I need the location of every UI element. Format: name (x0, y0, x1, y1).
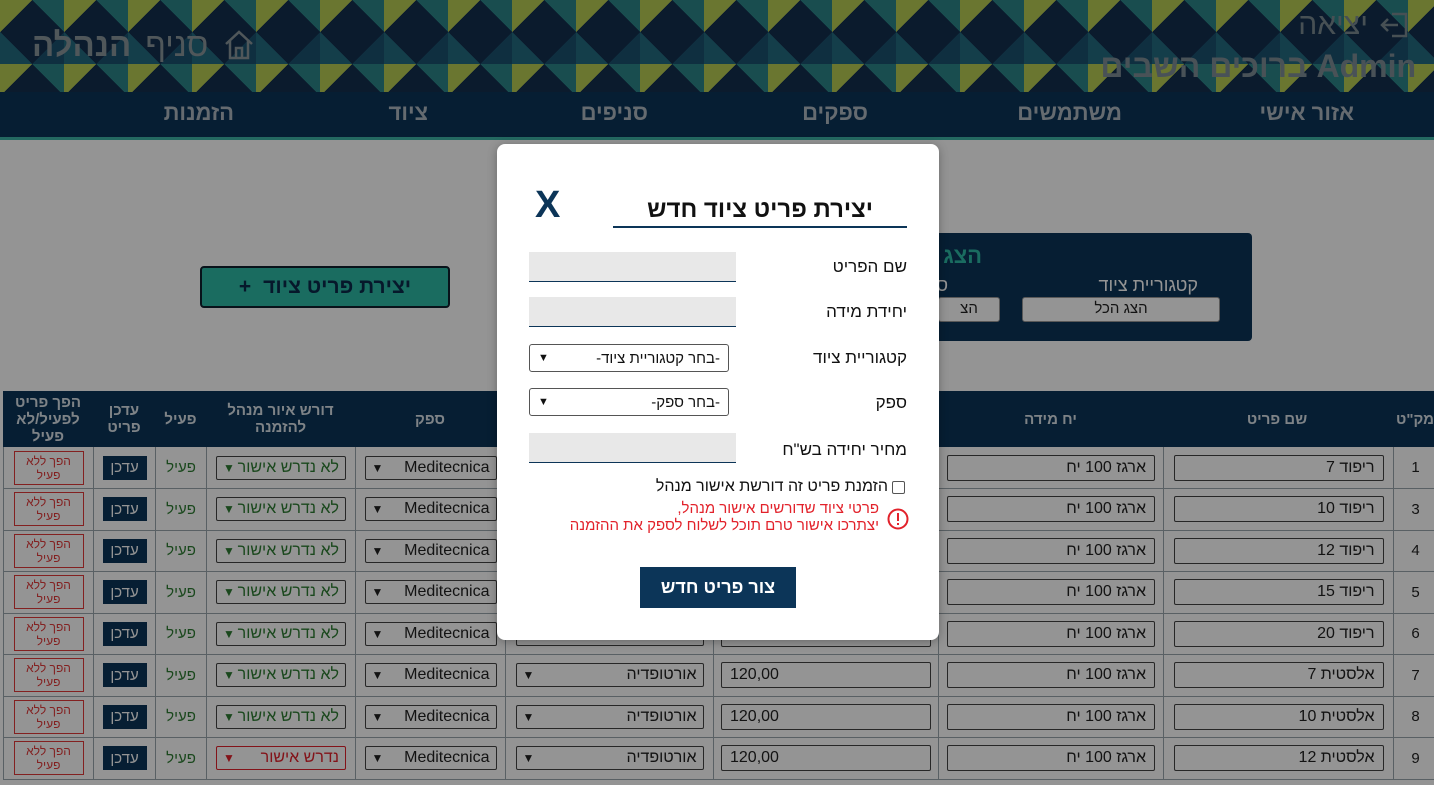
price-input[interactable] (529, 433, 736, 463)
approval-checkbox[interactable] (892, 480, 905, 494)
unit-input[interactable] (529, 297, 736, 327)
create-new-item-button[interactable]: צור פריט חדש (640, 567, 796, 608)
approval-warning: פרטי ציוד שדורשים אישור מנהל, יצתרכו איש… (570, 500, 909, 534)
supplier-select-value: -בחר ספק- (651, 393, 720, 411)
warning-line-1: פרטי ציוד שדורשים אישור מנהל, (677, 500, 879, 517)
modal-title: יצירת פריט ציוד חדש (613, 196, 907, 228)
supplier-select[interactable]: -בחר ספק- ▼ (529, 388, 729, 416)
category-label: קטגוריית ציוד (813, 348, 907, 367)
approval-checkbox-label: הזמנת פריט זה דורשת אישור מנהל (655, 478, 888, 495)
warning-line-2: יצתרכו אישור טרם תוכל לשלוח לספק את ההזמ… (569, 517, 879, 534)
category-select-value: -בחר קטגוריית ציוד- (596, 349, 720, 367)
create-item-modal: X יצירת פריט ציוד חדש שם הפריט יחידת מיד… (497, 144, 939, 640)
supplier-label: ספק (875, 393, 907, 412)
close-button[interactable]: X (535, 184, 560, 227)
price-label: מחיר יחידה בש"ח (782, 440, 907, 459)
chevron-down-icon: ▼ (538, 396, 549, 408)
warning-icon (887, 508, 909, 530)
item-name-input[interactable] (529, 252, 736, 282)
warning-text: פרטי ציוד שדורשים אישור מנהל, יצתרכו איש… (570, 500, 879, 534)
item-name-label: שם הפריט (832, 257, 907, 276)
unit-label: יחידת מידה (826, 302, 907, 321)
chevron-down-icon: ▼ (538, 352, 549, 364)
approval-checkbox-row[interactable]: הזמנת פריט זה דורשת אישור מנהל (656, 478, 905, 496)
category-select[interactable]: -בחר קטגוריית ציוד- ▼ (529, 344, 729, 372)
